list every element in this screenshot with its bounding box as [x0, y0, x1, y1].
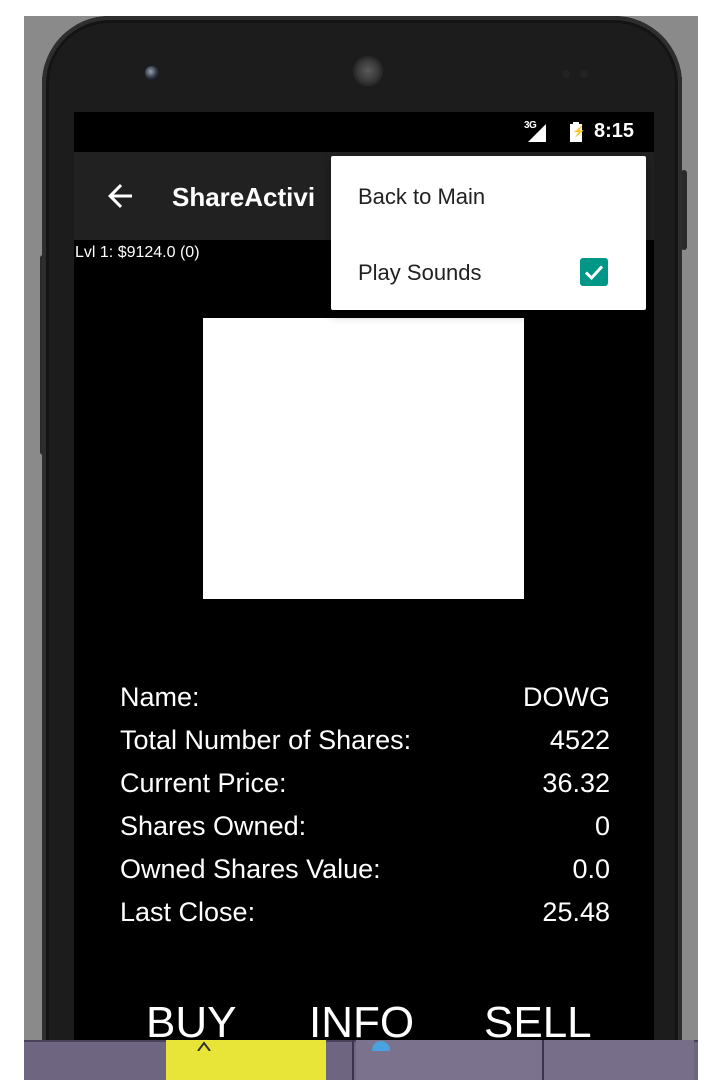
- level-label: Lvl 1: $9124.0 (0): [75, 244, 200, 261]
- total-shares-label: Total Number of Shares:: [120, 725, 412, 755]
- taskbar-divider: [352, 1040, 354, 1080]
- owned-value-label: Owned Shares Value:: [120, 854, 381, 884]
- name-value: DOWG: [523, 682, 610, 712]
- battery-charging-icon: ⚡: [570, 122, 586, 142]
- info-row-current-price: Current Price: 36.32: [120, 768, 610, 811]
- info-row-shares-owned: Shares Owned: 0: [120, 811, 610, 854]
- front-camera: [145, 66, 159, 80]
- name-label: Name:: [120, 682, 200, 712]
- proximity-sensor: [562, 70, 570, 78]
- info-row-last-close: Last Close: 25.48: [120, 897, 610, 940]
- taskbar-item[interactable]: [166, 1040, 326, 1080]
- shares-owned-value: 0: [594, 811, 610, 841]
- earpiece-speaker: [353, 56, 383, 86]
- info-row-name: Name: DOWG: [120, 682, 610, 725]
- cell-signal-icon: 3G: [524, 120, 552, 144]
- light-sensor: [580, 70, 588, 78]
- status-time: 8:15: [594, 120, 635, 142]
- menu-item-label: Back to Main: [358, 184, 486, 209]
- share-chart-image: [203, 318, 524, 599]
- check-icon: [584, 265, 604, 281]
- last-close-label: Last Close:: [120, 897, 256, 927]
- owned-value-value: 0.0: [572, 854, 610, 884]
- menu-item-play-sounds[interactable]: Play Sounds: [331, 234, 646, 310]
- share-info-table: Name: DOWG Total Number of Shares: 4522 …: [120, 682, 610, 940]
- shares-owned-label: Shares Owned:: [120, 811, 307, 841]
- total-shares-value: 4522: [549, 725, 610, 755]
- arrow-back-icon[interactable]: [102, 178, 138, 214]
- overflow-menu: Back to Main Play Sounds: [331, 156, 646, 310]
- info-row-total-shares: Total Number of Shares: 4522: [120, 725, 610, 768]
- taskbar-app-icon: [197, 1041, 211, 1051]
- app-title: ShareActivi: [172, 182, 316, 212]
- taskbar-item[interactable]: [544, 1040, 694, 1080]
- menu-item-back-to-main[interactable]: Back to Main: [331, 158, 646, 234]
- current-price-label: Current Price:: [120, 768, 287, 798]
- current-price-value: 36.32: [542, 768, 610, 798]
- page: 3G ⚡ 8:15 ShareActivi Lvl 1: $9124.0 (0)…: [0, 0, 722, 1080]
- info-row-owned-value: Owned Shares Value: 0.0: [120, 854, 610, 897]
- last-close-value: 25.48: [542, 897, 610, 927]
- menu-item-label: Play Sounds: [358, 260, 482, 285]
- play-sounds-checkbox[interactable]: [580, 258, 608, 286]
- status-bar: 3G ⚡ 8:15: [74, 112, 654, 152]
